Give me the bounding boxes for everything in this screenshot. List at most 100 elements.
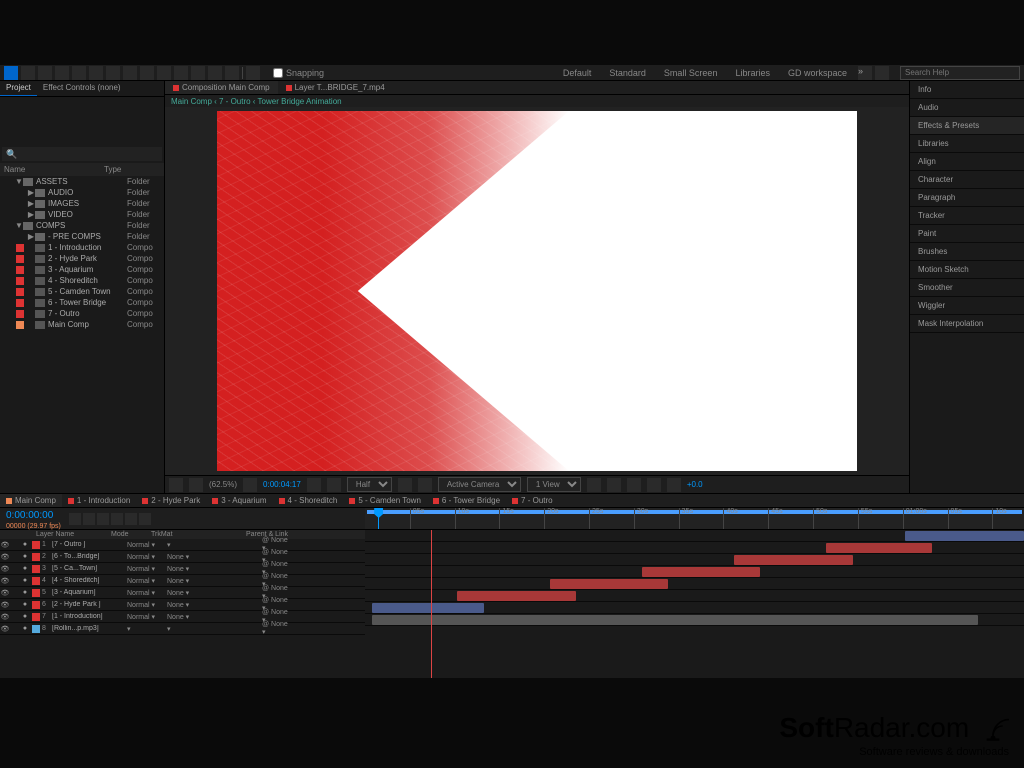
composition-tab[interactable]: Layer T...BRIDGE_7.mp4 — [278, 81, 393, 94]
panel-item[interactable]: Paragraph — [910, 189, 1024, 207]
workspace-menu-icon[interactable]: » — [858, 66, 872, 80]
track-row[interactable] — [365, 602, 1024, 614]
timeline-tab[interactable]: 3 - Aquarium — [206, 494, 272, 507]
panel-item[interactable]: Info — [910, 81, 1024, 99]
roi-icon[interactable] — [398, 478, 412, 492]
timeline-tab[interactable]: 7 - Outro — [506, 494, 559, 507]
timeline-tab[interactable]: 6 - Tower Bridge — [427, 494, 506, 507]
render-icon[interactable] — [667, 478, 681, 492]
time-indicator[interactable] — [431, 530, 432, 678]
selection-tool[interactable] — [4, 66, 18, 80]
frame-blend-icon[interactable] — [111, 513, 123, 525]
timeline-layer[interactable]: 👁●8[Rollin...p.mp3] ▾ ▾@ None ▾ — [0, 623, 365, 635]
shape-tool[interactable] — [106, 66, 120, 80]
transparency-icon[interactable] — [418, 478, 432, 492]
track-row[interactable] — [365, 566, 1024, 578]
project-item[interactable]: ▶AUDIOFolder — [0, 187, 164, 198]
viewport-timecode[interactable]: 0:00:04:17 — [263, 480, 301, 489]
panel-item[interactable]: Wiggler — [910, 297, 1024, 315]
project-search[interactable]: 🔍 — [2, 147, 162, 161]
resolution-select[interactable]: Half — [347, 477, 392, 492]
panel-item[interactable]: Mask Interpolation — [910, 315, 1024, 333]
timeline-tab[interactable]: Main Comp — [0, 494, 62, 507]
panel-item[interactable]: Audio — [910, 99, 1024, 117]
rotate-tool[interactable] — [55, 66, 69, 80]
current-timecode[interactable]: 0:00:00:00 — [0, 508, 67, 523]
project-item[interactable]: ▼ASSETSFolder — [0, 176, 164, 187]
zoom-level[interactable]: (62.5%) — [209, 480, 237, 489]
breadcrumb[interactable]: Main Comp ‹ 7 - Outro ‹ Tower Bridge Ani… — [165, 95, 909, 107]
project-item[interactable]: ▶- PRE COMPSFolder — [0, 231, 164, 242]
track-row[interactable] — [365, 578, 1024, 590]
shy-icon[interactable] — [97, 513, 109, 525]
timeline-layer[interactable]: 👁●4[4 - Shoreditch]Normal ▾None ▾@ None … — [0, 575, 365, 587]
timeline-icon[interactable] — [627, 478, 641, 492]
workspace-tab[interactable]: Small Screen — [656, 66, 726, 80]
timeline-layer[interactable]: 👁●5[3 - Aquarium]Normal ▾None ▾@ None ▾ — [0, 587, 365, 599]
zoom-tool[interactable] — [38, 66, 52, 80]
panel-item[interactable]: Libraries — [910, 135, 1024, 153]
layer-bar[interactable] — [457, 591, 576, 601]
layer-bar[interactable] — [372, 603, 484, 613]
track-row[interactable] — [365, 554, 1024, 566]
workspace-tab[interactable]: Default — [555, 66, 600, 80]
timeline-tab[interactable]: 2 - Hyde Park — [136, 494, 206, 507]
project-item[interactable]: 3 - AquariumCompo — [0, 264, 164, 275]
playhead[interactable] — [378, 508, 379, 529]
graph-editor-icon[interactable] — [139, 513, 151, 525]
layer-bar[interactable] — [826, 543, 931, 553]
composition-tab[interactable]: Composition Main Comp — [165, 81, 278, 94]
mask-toggle-icon[interactable] — [169, 478, 183, 492]
camera-tool[interactable] — [72, 66, 86, 80]
snapshot-icon[interactable] — [307, 478, 321, 492]
reset-workspace-icon[interactable] — [875, 66, 889, 80]
track-row[interactable] — [365, 614, 1024, 626]
effect-controls-tab[interactable]: Effect Controls (none) — [37, 81, 127, 96]
brush-tool[interactable] — [157, 66, 171, 80]
grid-icon[interactable] — [189, 478, 203, 492]
fast-preview-icon[interactable] — [607, 478, 621, 492]
track-row[interactable] — [365, 542, 1024, 554]
flowchart-icon[interactable] — [647, 478, 661, 492]
timeline-layer[interactable]: 👁●7[1 - Introduction]Normal ▾None ▾@ Non… — [0, 611, 365, 623]
timeline-layer[interactable]: 👁●3[5 - Ca...Town]Normal ▾None ▾@ None ▾ — [0, 563, 365, 575]
panel-item[interactable]: Smoother — [910, 279, 1024, 297]
workspace-tab[interactable]: GD workspace — [780, 66, 855, 80]
motion-blur-icon[interactable] — [125, 513, 137, 525]
anchor-tool[interactable] — [89, 66, 103, 80]
project-item[interactable]: Main CompCompo — [0, 319, 164, 330]
channel-icon[interactable] — [327, 478, 341, 492]
timeline-layer[interactable]: 👁●6[2 - Hyde Park ]Normal ▾None ▾@ None … — [0, 599, 365, 611]
panel-item[interactable]: Motion Sketch — [910, 261, 1024, 279]
view-layout-select[interactable]: 1 View — [527, 477, 581, 492]
layer-bar[interactable] — [734, 555, 853, 565]
panel-item[interactable]: Align — [910, 153, 1024, 171]
clone-tool[interactable] — [174, 66, 188, 80]
comp-mini-icon[interactable] — [83, 513, 95, 525]
text-tool[interactable] — [140, 66, 154, 80]
layer-bar[interactable] — [642, 567, 761, 577]
project-item[interactable]: 2 - Hyde ParkCompo — [0, 253, 164, 264]
project-item[interactable]: 7 - OutroCompo — [0, 308, 164, 319]
panel-item[interactable]: Tracker — [910, 207, 1024, 225]
time-ruler[interactable]: 05s10s15s20s25s30s35s40s45s50s55s01:00s0… — [365, 508, 1024, 530]
workspace-tab[interactable]: Standard — [601, 66, 654, 80]
panel-item[interactable]: Paint — [910, 225, 1024, 243]
project-item[interactable]: ▶VIDEOFolder — [0, 209, 164, 220]
snapping-toggle[interactable]: Snapping — [273, 68, 324, 78]
workspace-tab[interactable]: Libraries — [727, 66, 778, 80]
track-row[interactable] — [365, 590, 1024, 602]
timeline-layer[interactable]: 👁●1[7 - Outro ]Normal ▾ ▾@ None ▾ — [0, 539, 365, 551]
panel-item[interactable]: Effects & Presets — [910, 117, 1024, 135]
track-row[interactable] — [365, 530, 1024, 542]
eraser-tool[interactable] — [191, 66, 205, 80]
project-item[interactable]: 6 - Tower BridgeCompo — [0, 297, 164, 308]
panel-item[interactable]: Character — [910, 171, 1024, 189]
exposure-value[interactable]: +0.0 — [687, 480, 703, 489]
project-item[interactable]: 4 - ShoreditchCompo — [0, 275, 164, 286]
pixel-aspect-icon[interactable] — [587, 478, 601, 492]
project-item[interactable]: ▶IMAGESFolder — [0, 198, 164, 209]
project-tab[interactable]: Project — [0, 81, 37, 96]
layer-bar[interactable] — [372, 615, 978, 625]
layer-bar[interactable] — [550, 579, 669, 589]
